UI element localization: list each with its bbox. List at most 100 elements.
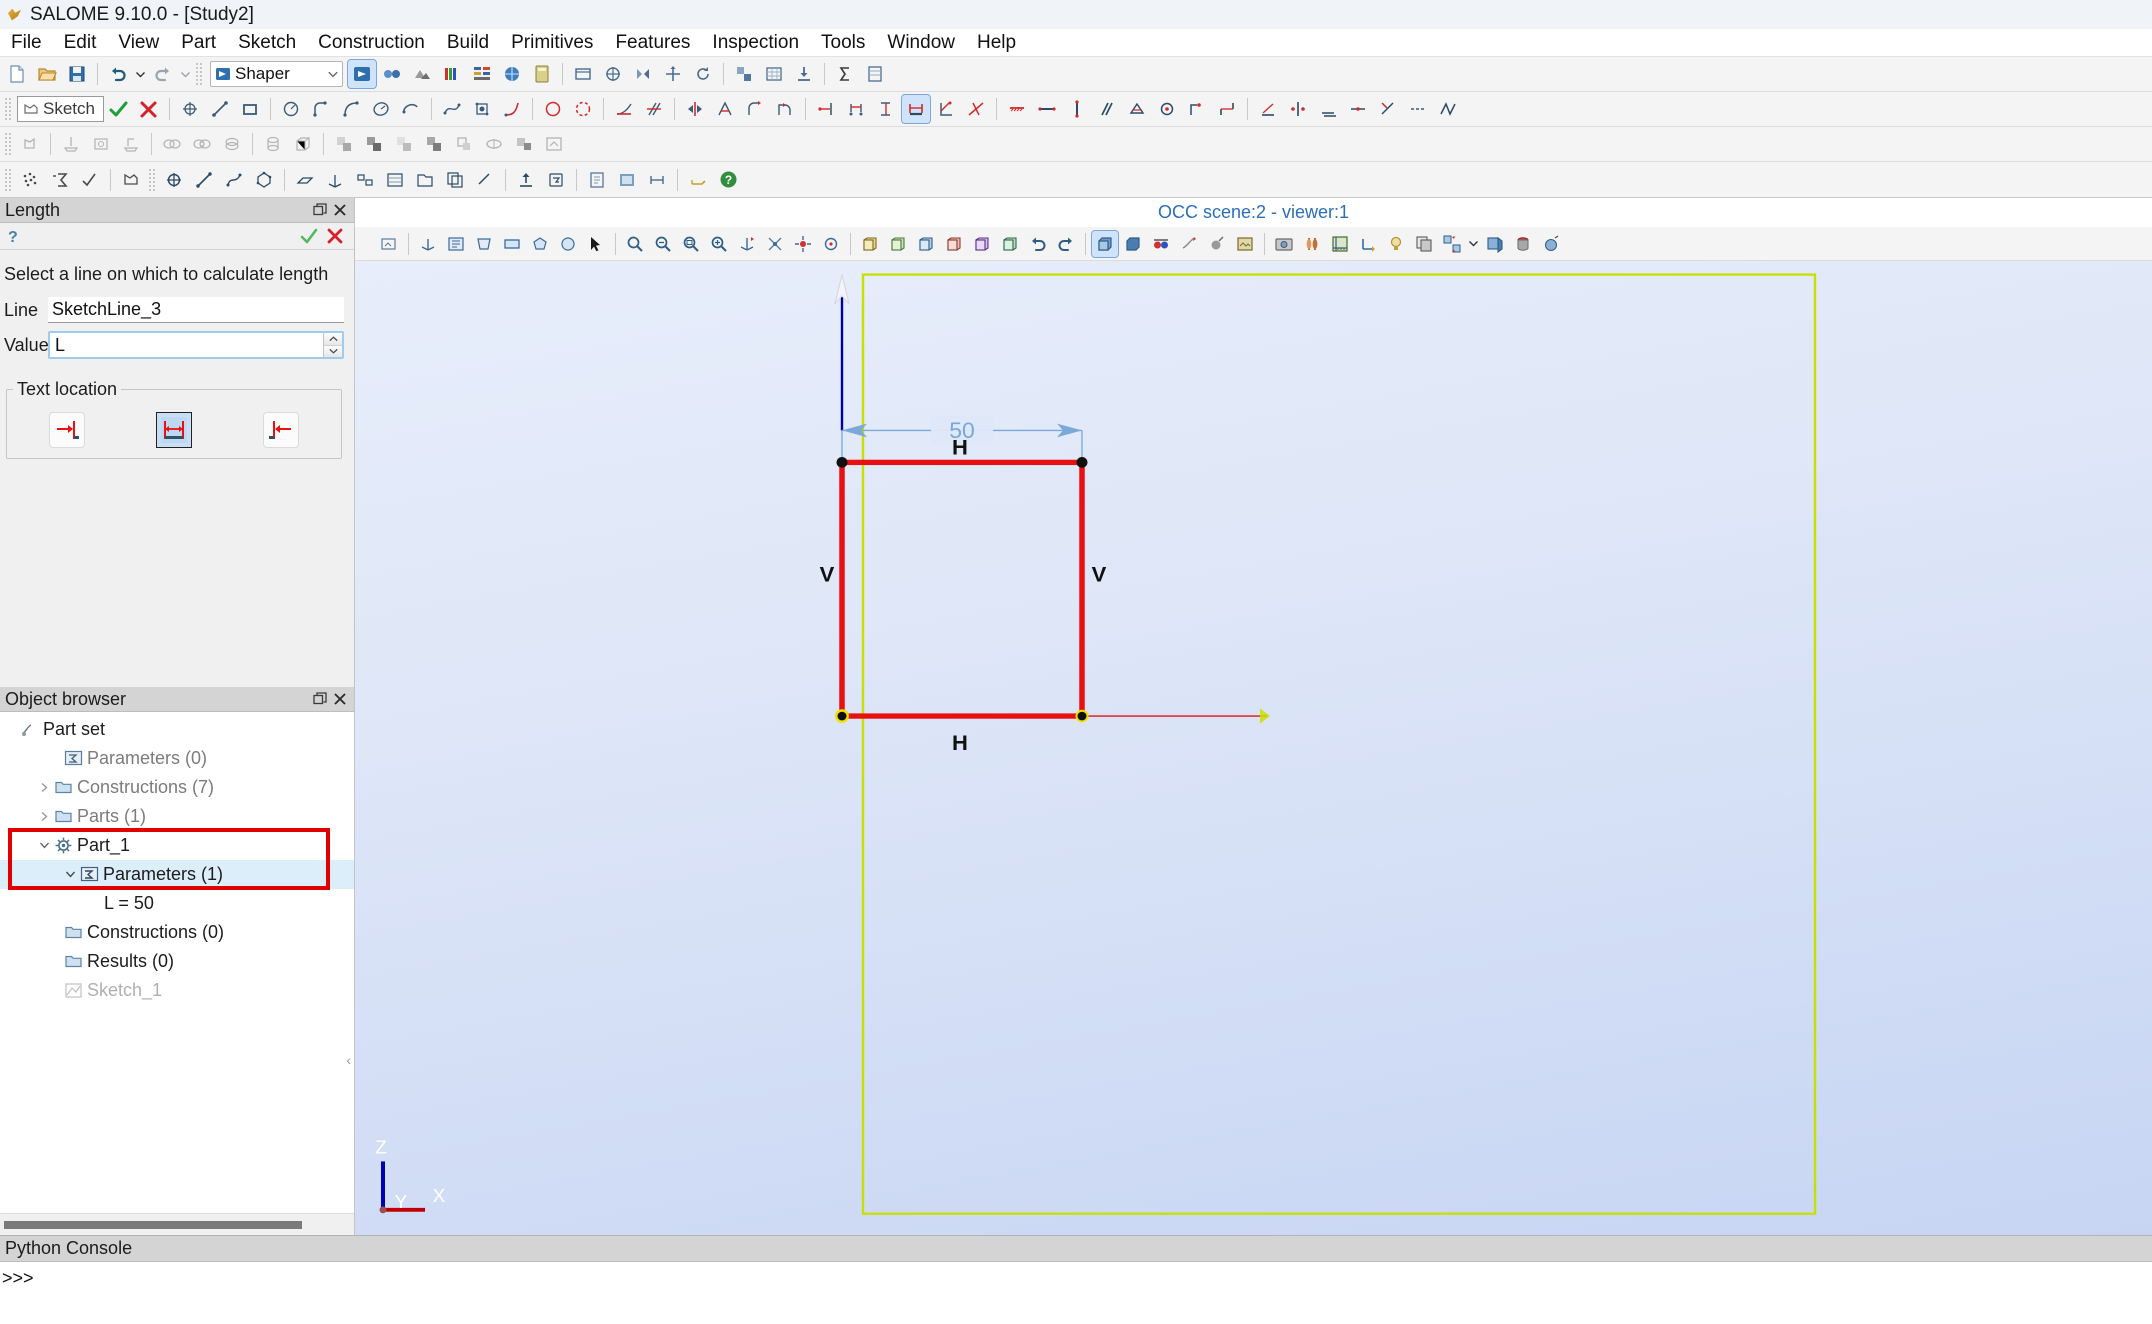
tree-collapse-handle[interactable]: ‹ [346,1052,351,1068]
module-selector[interactable]: Shaper [210,61,343,87]
value-spinbox[interactable] [48,331,344,359]
value-spin-down-button[interactable] [324,345,342,357]
construction-axis-button[interactable] [190,166,218,194]
sketch-reject-button[interactable] [135,95,163,123]
constraint-split-button[interactable] [1344,95,1372,123]
view-fit-area-button[interactable] [678,231,704,257]
tree-node-part-1[interactable]: Part_1 [0,831,354,860]
constraint-collinear-button[interactable] [1213,95,1241,123]
view-graduated-axes-button[interactable] [1327,231,1353,257]
constraint-auxiliary-button[interactable] [1404,95,1432,123]
toolbar-grip[interactable] [195,62,203,86]
view-set-rotation-point-button[interactable] [1355,231,1381,257]
view-reset-button[interactable] [1025,231,1051,257]
menu-item-part[interactable]: Part [170,29,227,57]
view-bottom-button[interactable] [941,231,967,257]
menu-item-help[interactable]: Help [966,29,1027,57]
construction-folder-button[interactable] [411,166,439,194]
group-button[interactable] [730,60,758,88]
construction-curve-button[interactable] [220,166,248,194]
view-cursor-button[interactable] [583,231,609,257]
sketch-bspline-button[interactable] [438,95,466,123]
help-question-icon[interactable]: ? [6,227,23,246]
tree-node-part-set[interactable]: Part set [0,715,354,744]
length-accept-button[interactable] [296,225,322,247]
text-location-automatic-button[interactable] [155,412,192,448]
view-zoom-button[interactable] [622,231,648,257]
constraint-rotate-button[interactable] [741,95,769,123]
constraint-radius-button[interactable] [539,95,567,123]
constraint-equal-button[interactable] [1123,95,1151,123]
view-back-button[interactable] [885,231,911,257]
view-circle-select-button[interactable] [555,231,581,257]
object-browser-hscrollbar[interactable] [0,1213,354,1235]
occ-3d-viewport[interactable]: H V V H 50 Z Y X [355,261,2152,1235]
view-shading-button[interactable] [1091,229,1119,258]
field-button[interactable] [760,60,788,88]
view-rotate-button[interactable] [734,231,760,257]
view-operations-button[interactable] [569,60,597,88]
chevron-right-icon[interactable] [36,773,52,802]
view-screenshot-button[interactable] [1271,231,1297,257]
construction-point-button[interactable] [160,166,188,194]
menu-item-features[interactable]: Features [604,29,701,57]
constraint-symmetric-button[interactable] [1284,95,1312,123]
view-environment-button[interactable] [1232,231,1258,257]
constraint-mirror-button[interactable] [681,95,709,123]
construction-remove-button[interactable] [471,166,499,194]
measure-button[interactable] [643,166,671,194]
view-perspective-button[interactable] [471,231,497,257]
view-pan-button[interactable] [650,231,676,257]
check-feature-button[interactable] [76,166,104,194]
view-dump-button[interactable] [376,231,402,257]
constraint-distance-horizontal-button[interactable] [842,95,870,123]
view-front-button[interactable] [857,231,883,257]
chevron-down-icon[interactable] [62,860,78,889]
sketch-elliptic-arc-button[interactable] [397,95,425,123]
sketch-circle-button[interactable] [277,95,305,123]
paravis-module-button[interactable] [438,60,466,88]
chevron-down-icon[interactable] [36,831,52,860]
constraint-middle-button[interactable] [1183,95,1211,123]
view-global-pan-button[interactable] [762,231,788,257]
constraint-distance-vertical-button[interactable] [872,95,900,123]
sketch-ellipse-button[interactable] [367,95,395,123]
sketch-rectangle-button[interactable] [236,95,264,123]
tree-node-parameter-L[interactable]: L = 50 [0,889,354,918]
constraint-trim-button[interactable] [1374,95,1402,123]
view-copy-presentation-button[interactable] [1411,231,1437,257]
view-rectangle-select-button[interactable] [499,231,525,257]
menu-item-edit[interactable]: Edit [53,29,108,57]
value-input[interactable] [50,333,323,357]
view-right-button[interactable] [997,231,1023,257]
length-panel-close-button[interactable] [330,200,350,220]
document-info-button[interactable] [583,166,611,194]
view-clipping-button[interactable] [1176,231,1202,257]
import-button[interactable] [790,60,818,88]
menu-item-build[interactable]: Build [436,29,500,57]
value-spin-up-button[interactable] [324,333,342,346]
sketch-plane-button[interactable] [117,166,145,194]
length-reject-button[interactable] [322,225,348,247]
constraint-perpendicular-button[interactable] [932,95,960,123]
view-synchronize-button[interactable] [1299,231,1325,257]
shaper-activate-button[interactable] [347,59,377,89]
view-ray-tracing-button[interactable] [1204,231,1230,257]
new-document-button[interactable] [3,60,31,88]
construction-field-button[interactable] [381,166,409,194]
sketch-arc3pt-button[interactable] [337,95,365,123]
view-pivot-button[interactable] [790,231,816,257]
constraint-arc-radius-button[interactable] [569,95,597,123]
geometry-module-button[interactable] [378,60,406,88]
sketch-mode-button[interactable]: Sketch [17,96,104,122]
sketch-line-button[interactable] [206,95,234,123]
undo-button[interactable] [104,60,132,88]
open-document-button[interactable] [33,60,61,88]
object-browser-undock-button[interactable] [310,689,330,709]
toolbar-grip[interactable] [4,97,12,121]
menu-item-inspection[interactable]: Inspection [701,29,810,57]
constraint-tangent-button[interactable] [610,95,638,123]
rotate-button[interactable] [689,60,717,88]
python-console-output[interactable]: >>> [0,1262,2152,1324]
mirror-button[interactable] [629,60,657,88]
